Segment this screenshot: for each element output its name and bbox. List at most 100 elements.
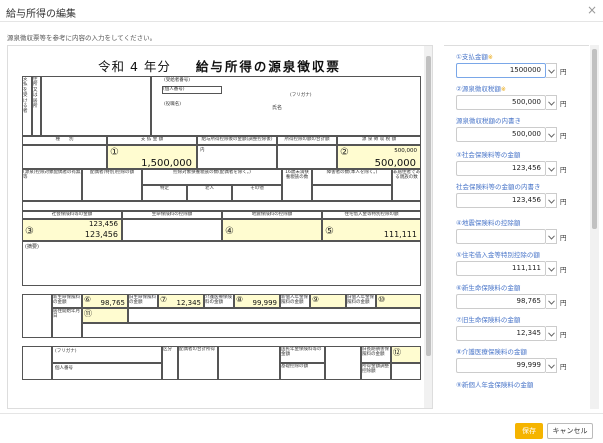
- badge-12: ⑫: [393, 348, 401, 357]
- housing-loan-box: ⑤ 111,111: [322, 219, 421, 241]
- amount-input[interactable]: 500,000: [456, 95, 546, 110]
- label-disabled: 障害者の数(本人を除く。): [312, 169, 392, 185]
- label-recipient: 支払を受ける者: [22, 76, 32, 136]
- chevron-down-icon[interactable]: [546, 127, 557, 142]
- unit-label: 円: [560, 198, 567, 206]
- position-label: (役職名): [164, 102, 182, 107]
- required-mark: ※: [487, 54, 493, 61]
- furigana-label: (フリガナ): [290, 93, 312, 98]
- remarks-box: (摘要): [22, 241, 421, 286]
- label-life-ins: 生命保険料の控除額: [122, 211, 222, 219]
- chevron-down-icon[interactable]: [546, 95, 557, 110]
- amount-input[interactable]: 12,345: [456, 326, 546, 341]
- label-minor: 16歳未満扶養親族の数: [282, 169, 312, 201]
- panel-scrollbar-thumb[interactable]: [592, 49, 597, 229]
- spouse-personal-no-box: 個人番号: [52, 363, 162, 380]
- label-spouse: (源泉)控除対象配偶者の有無等: [22, 169, 82, 201]
- unit-label: 円: [560, 166, 567, 174]
- remarks-label: (摘要): [25, 244, 39, 250]
- label-breakdown: [22, 294, 52, 338]
- payment-box: ① 1,500,000: [107, 145, 197, 169]
- close-icon[interactable]: ×: [587, 3, 597, 17]
- spouse-ruby-label: (フリガナ): [55, 349, 77, 354]
- badge-11: ⑪: [84, 309, 92, 318]
- panel-field-row: 98,765 円: [456, 294, 589, 309]
- panel-field-row: 123,456 円: [456, 193, 589, 208]
- personal-no-label: (個人番号): [163, 87, 185, 92]
- panel-field: ③社会保険料等の金額 123,456 円: [456, 149, 589, 176]
- amount-input[interactable]: 99,999: [456, 358, 546, 373]
- panel-field-label-text: ⑤住宅借入金等特別控除の額: [456, 251, 540, 259]
- spouse-category-label: 区分: [162, 346, 178, 380]
- badge-3: ③: [25, 226, 34, 237]
- amount-input[interactable]: [456, 229, 546, 244]
- amount-input[interactable]: 1500000: [456, 63, 546, 78]
- panel-scrollbar[interactable]: [590, 45, 599, 409]
- panel-field-row: 123,456 円: [456, 161, 589, 176]
- dialog-title-bar: 給与所得の編集 ×: [0, 0, 603, 22]
- badge-6: ⑥: [84, 295, 92, 304]
- income-adjust-box: [391, 363, 421, 380]
- save-button[interactable]: 保存: [515, 423, 543, 439]
- amount-input[interactable]: 123,456: [456, 193, 546, 208]
- chevron-down-icon[interactable]: [546, 326, 557, 341]
- label-address: 住所又は居所: [32, 76, 41, 136]
- housing-detail-1: [128, 308, 421, 323]
- label-housing-date: 居住開始年月日: [52, 308, 82, 338]
- panel-field-label: ①支払金額※: [456, 51, 589, 61]
- address-box: [41, 76, 151, 136]
- amount-input[interactable]: 500,000: [456, 127, 546, 142]
- chevron-down-icon[interactable]: [546, 229, 557, 244]
- spouse-income-label: 配偶者の合計所得: [178, 346, 218, 380]
- chevron-down-icon[interactable]: [546, 261, 557, 276]
- panel-field-row: 99,999 円: [456, 358, 589, 373]
- chevron-down-icon[interactable]: [546, 193, 557, 208]
- panel-field-label-text: ③社会保険料等の金額: [456, 151, 521, 159]
- amount-input[interactable]: 98,765: [456, 294, 546, 309]
- amount-input[interactable]: 123,456: [456, 161, 546, 176]
- label-income-adjust: 所得金額調整控除額: [361, 363, 391, 380]
- panel-field-label-text: ⑥新生命保険料の金額: [456, 284, 521, 292]
- social-ins-value: 123,456: [84, 230, 118, 239]
- panel-field: ⑨新個人年金保険料の金額: [456, 379, 589, 389]
- panel-field: ①支払金額※ 1500000 円: [456, 51, 589, 78]
- chevron-down-icon[interactable]: [546, 161, 557, 176]
- panel-field-label-text: ⑦旧生命保険料の金額: [456, 316, 521, 324]
- panel-field-label-text: 源泉徴収税額の内書き: [456, 117, 521, 125]
- form-scrollbar[interactable]: [424, 46, 432, 408]
- label-old-long-ins: 旧長期損害保険料の金額: [361, 346, 391, 363]
- form-scrollbar-thumb[interactable]: [426, 56, 431, 356]
- disabled-sub-box: [312, 185, 392, 201]
- payment-value: 1,500,000: [141, 158, 192, 169]
- panel-field-label: 社会保険料等の金額の内書き: [456, 181, 589, 191]
- label-post-deduction: 給与所得控除後の金額(調整控除後): [197, 136, 277, 145]
- unit-label: 円: [560, 331, 567, 339]
- form-preview: 令和 4 年分 給与所得の源泉徴収票 支払を受ける者 住所又は居所 (受給者番号…: [7, 45, 433, 409]
- panel-field-row: 500,000 円: [456, 95, 589, 110]
- panel-field-label: ⑤住宅借入金等特別控除の額: [456, 249, 589, 259]
- label-housing-loan: 住宅借入金等特別控除の額: [322, 211, 421, 219]
- cancel-button[interactable]: キャンセル: [547, 423, 593, 439]
- unit-label: 円: [560, 234, 567, 242]
- unit-label: 円: [560, 132, 567, 140]
- amount-input[interactable]: 111,111: [456, 261, 546, 276]
- unit-label: 円: [560, 299, 567, 307]
- recipient-no-label: (受給者番号): [164, 78, 191, 83]
- label-non-resident: 非居住者である親族の数: [392, 169, 421, 201]
- housing-detail-2: [82, 323, 421, 338]
- label-dependents: 控除対象扶養親族の数(配偶者を除く。): [142, 169, 282, 185]
- social-ins-ref-value: 123,456: [89, 220, 118, 228]
- chevron-down-icon[interactable]: [546, 294, 557, 309]
- label-social-ins: 社会保険料等の金額: [22, 211, 122, 219]
- badge-1: ①: [110, 147, 119, 158]
- panel-field-label-text: ⑨新個人年金保険料の金額: [456, 381, 534, 389]
- chevron-down-icon[interactable]: [546, 63, 557, 78]
- housing-loan-value: 111,111: [383, 230, 417, 239]
- label-new-pension: 新個人年金保険料の金額: [280, 294, 310, 308]
- panel-field: 社会保険料等の金額の内書き 123,456 円: [456, 181, 589, 208]
- new-life-box: ⑥ 98,765: [82, 294, 128, 308]
- panel-field-label-text: 社会保険料等の金額の内書き: [456, 183, 541, 191]
- spouse-personal-no-label: 個人番号: [55, 366, 73, 371]
- unit-label: 円: [560, 266, 567, 274]
- chevron-down-icon[interactable]: [546, 358, 557, 373]
